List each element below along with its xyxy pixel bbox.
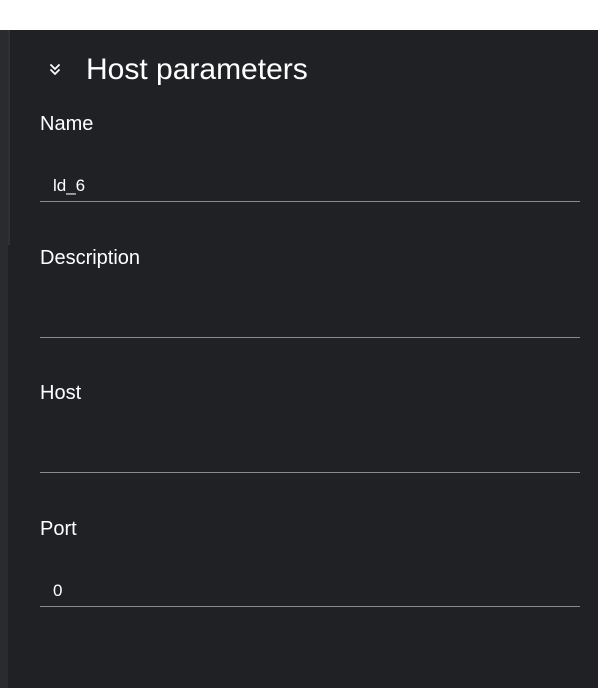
chevron-double-down-icon[interactable] (48, 63, 62, 77)
port-label: Port (40, 518, 77, 540)
port-value: 0 (53, 580, 63, 600)
name-field[interactable]: ld_6 (40, 170, 580, 202)
host-field[interactable] (40, 441, 580, 473)
cropped-page-top (0, 0, 598, 30)
host-label: Host (40, 382, 82, 404)
name-label: Name (40, 113, 94, 135)
description-field[interactable] (40, 306, 580, 338)
name-value: ld_6 (53, 175, 86, 195)
left-strip-highlight (8, 30, 10, 245)
section-title: Host parameters (86, 53, 308, 86)
host-parameters-header[interactable]: Host parameters (22, 50, 582, 90)
left-scroll-strip (0, 30, 8, 688)
description-label: Description (40, 247, 141, 269)
port-field[interactable]: 0 (40, 575, 580, 607)
